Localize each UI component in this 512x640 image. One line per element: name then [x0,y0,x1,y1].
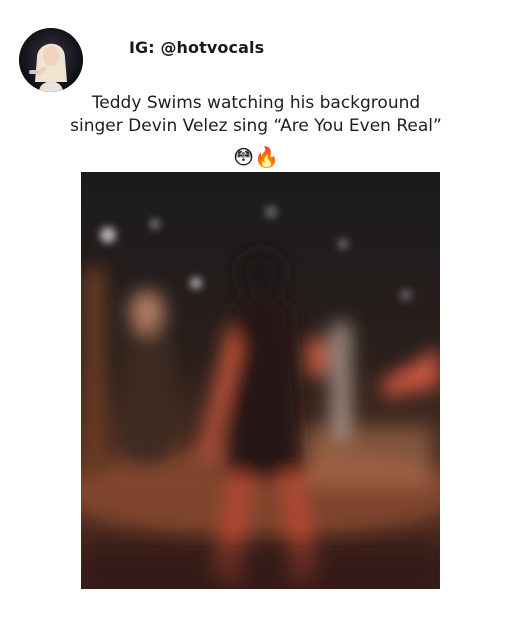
blurred-concert-video [81,172,440,589]
avatar[interactable] [19,28,83,92]
account-handle[interactable]: IG: @hotvocals [129,38,264,57]
video-player[interactable] [81,172,440,589]
caption-line-1: Teddy Swims watching his background [91,93,421,113]
caption-emojis: 😳🔥 [233,145,279,169]
profile-photo-icon [19,28,83,92]
post-caption: Teddy Swims watching his background sing… [0,92,512,138]
caption-line-2: singer Devin Velez sing “Are You Even Re… [70,116,442,136]
